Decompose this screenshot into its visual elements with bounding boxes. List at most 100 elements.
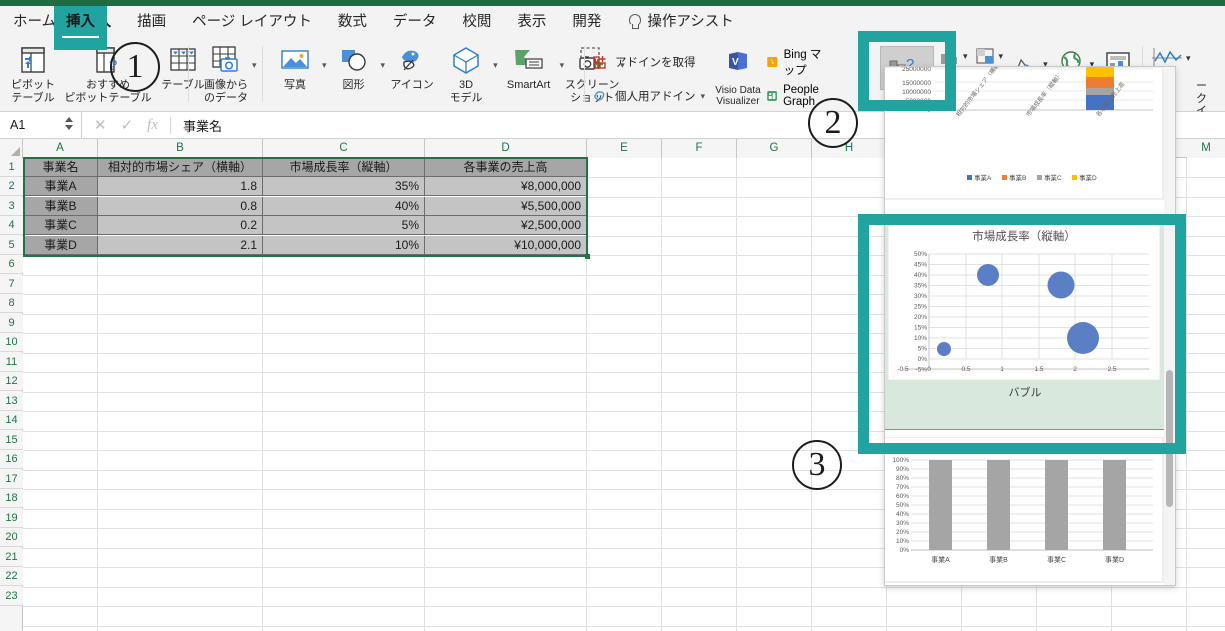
column-header-M[interactable]: M	[1187, 139, 1225, 158]
column-header-B[interactable]: B	[98, 139, 263, 158]
name-box[interactable]: A1	[0, 111, 82, 139]
cell-C3[interactable]: 40%	[263, 197, 425, 216]
3d-model-button[interactable]: 3D モデル	[439, 38, 493, 110]
cell-A5[interactable]: 事業D	[24, 236, 98, 255]
pie-chart-button[interactable]: ▾	[974, 47, 1004, 65]
tab-page-layout[interactable]: ページ レイアウト	[179, 6, 325, 38]
my-addins-button[interactable]: 個人用アドイン ▾	[592, 84, 710, 108]
cell-B1[interactable]: 相対的市場シェア（横軸）	[98, 158, 263, 177]
chevron-down-icon[interactable]: ▾	[252, 60, 257, 71]
column-header-E[interactable]: E	[587, 139, 662, 158]
pie-chevron-icon[interactable]: ▾	[999, 51, 1004, 62]
row-header-12[interactable]: 12	[0, 372, 23, 391]
highlight-recommended-charts	[858, 31, 956, 111]
row-header-9[interactable]: 9	[0, 314, 23, 333]
row-header-6[interactable]: 6	[0, 255, 23, 274]
chart-preview-hundred-percent-stacked[interactable]: 100% 90% 80% 70% 60% 50% 40% 30% 20% 10% 0% 事業A…	[885, 437, 1169, 585]
tab-view[interactable]: 表示	[504, 6, 559, 38]
fill-handle[interactable]	[585, 254, 590, 259]
data-from-picture-button[interactable]: 画像から のデータ	[196, 38, 256, 110]
column-header-D[interactable]: D	[425, 139, 587, 158]
row-header-18[interactable]: 18	[0, 489, 23, 508]
icons-button[interactable]: アイコン	[385, 38, 439, 110]
svg-text:事業D: 事業D	[1079, 173, 1097, 182]
row-header-3[interactable]: 3	[0, 197, 23, 216]
smartart-button[interactable]: SmartArt	[498, 38, 560, 110]
row-header-11[interactable]: 11	[0, 353, 23, 372]
cell-D2[interactable]: ¥8,000,000	[425, 177, 587, 196]
tab-draw[interactable]: 描画	[124, 6, 179, 38]
ribbon-tab-bar: ホーム 挿入 描画 ページ レイアウト 数式 データ 校閲 表示 開発 操作アシ…	[0, 6, 1225, 38]
tab-insert-highlighted[interactable]: 挿入	[54, 6, 107, 38]
tab-formulas[interactable]: 数式	[325, 6, 380, 38]
column-header-C[interactable]: C	[263, 139, 425, 158]
cell-A1[interactable]: 事業名	[24, 158, 98, 177]
row-header-20[interactable]: 20	[0, 528, 23, 547]
row-header-7[interactable]: 7	[0, 275, 23, 294]
svg-text:70%: 70%	[896, 484, 909, 491]
cell-C1[interactable]: 市場成長率（縦軸）	[263, 158, 425, 177]
icons-icon	[396, 43, 428, 77]
row-header-21[interactable]: 21	[0, 548, 23, 567]
cell-C5[interactable]: 10%	[263, 236, 425, 255]
row-header-23[interactable]: 23	[0, 587, 23, 606]
cell-B4[interactable]: 0.2	[98, 216, 263, 235]
fx-icon[interactable]: fx	[147, 117, 158, 134]
cell-B5[interactable]: 2.1	[98, 236, 263, 255]
visio-label: Visio Data Visualizer	[715, 85, 761, 107]
get-addins-icon	[593, 56, 606, 69]
cell-A3[interactable]: 事業B	[24, 197, 98, 216]
bing-maps-button[interactable]: Bing マップ	[766, 46, 822, 78]
cell-B2[interactable]: 1.8	[98, 177, 263, 196]
tab-review[interactable]: 校閲	[449, 6, 504, 38]
select-all-corner[interactable]	[0, 139, 23, 158]
get-addins-button[interactable]: アドインを取得	[592, 50, 710, 74]
row-header-17[interactable]: 17	[0, 470, 23, 489]
cell-C2[interactable]: 35%	[263, 177, 425, 196]
pictures-button[interactable]: 写真	[268, 38, 322, 110]
visio-data-visualizer-button[interactable]: V	[710, 50, 766, 74]
row-header-13[interactable]: 13	[0, 392, 23, 411]
cell-B3[interactable]: 0.8	[98, 197, 263, 216]
svg-text:100%: 100%	[892, 457, 909, 464]
sparkline-chevron-icon[interactable]: ▾	[1186, 53, 1191, 64]
cell-D4[interactable]: ¥2,500,000	[425, 216, 587, 235]
row-header-8[interactable]: 8	[0, 294, 23, 313]
confirm-icon[interactable]: ✓	[121, 116, 134, 134]
cell-A4[interactable]: 事業C	[24, 216, 98, 235]
row-header-1[interactable]: 1	[0, 158, 23, 177]
svg-text:事業A: 事業A	[974, 173, 992, 182]
column-header-G[interactable]: G	[737, 139, 812, 158]
column-header-F[interactable]: F	[662, 139, 737, 158]
tab-data[interactable]: データ	[380, 6, 450, 38]
row-header-19[interactable]: 19	[0, 509, 23, 528]
cell-C4[interactable]: 5%	[263, 216, 425, 235]
column-chevron-icon[interactable]: ▾	[963, 51, 968, 62]
row-header-10[interactable]: 10	[0, 333, 23, 352]
pictures-label: 写真	[284, 79, 306, 91]
row-header-15[interactable]: 15	[0, 431, 23, 450]
row-header-5[interactable]: 5	[0, 236, 23, 255]
column-header-A[interactable]: A	[23, 139, 98, 158]
row-header-22[interactable]: 22	[0, 567, 23, 586]
cancel-icon[interactable]: ✕	[94, 116, 107, 134]
row-header-16[interactable]: 16	[0, 450, 23, 469]
name-box-spinner[interactable]	[65, 116, 73, 130]
formula-bar-input[interactable]: 事業名	[171, 116, 222, 135]
row-header-2[interactable]: 2	[0, 177, 23, 196]
highlight-bubble-chart	[858, 214, 1186, 454]
cell-D1[interactable]: 各事業の売上高	[425, 158, 587, 177]
cell-D3[interactable]: ¥5,500,000	[425, 197, 587, 216]
cell-D5[interactable]: ¥10,000,000	[425, 236, 587, 255]
svg-text:事業D: 事業D	[1105, 555, 1124, 564]
group-divider-3	[584, 46, 585, 102]
tell-me-label: 操作アシスト	[647, 14, 734, 30]
tell-me-assist[interactable]: 操作アシスト	[614, 6, 746, 38]
my-addins-chevron-icon[interactable]: ▾	[701, 91, 706, 102]
tab-developer[interactable]: 開発	[559, 6, 614, 38]
shapes-button[interactable]: 図形	[327, 38, 381, 110]
row-header-4[interactable]: 4	[0, 216, 23, 235]
cell-A2[interactable]: 事業A	[24, 177, 98, 196]
my-addins-label: 個人用アドイン	[615, 91, 696, 103]
row-header-14[interactable]: 14	[0, 411, 23, 430]
